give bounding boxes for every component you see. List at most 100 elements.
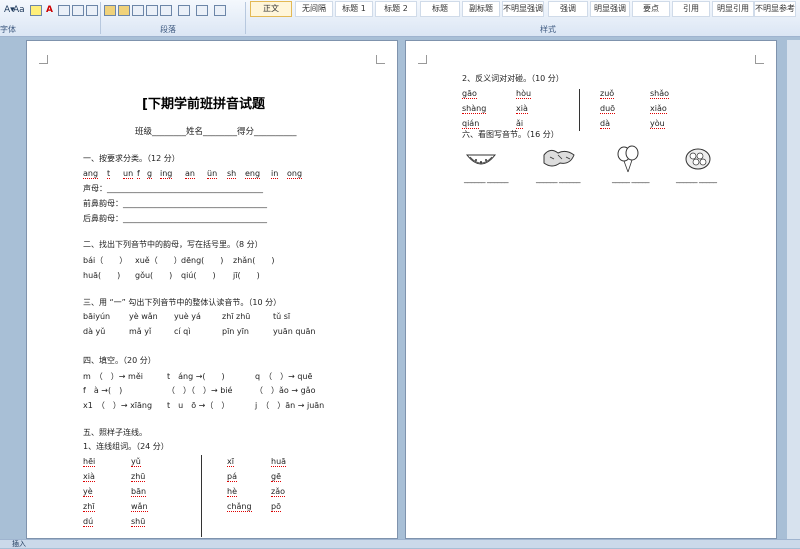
fill-item: j （ ）ān → juān <box>255 401 325 410</box>
section-3-heading: 三、用 “一” 勾出下列音节中的整体认读音节。（10 分） <box>83 298 282 307</box>
section-4-heading: 四、填空。（20 分） <box>83 356 156 365</box>
crop-mark <box>39 55 48 64</box>
vertical-scrollbar[interactable] <box>787 40 800 539</box>
antonym-left: ǎi <box>516 119 524 129</box>
syllable-pair: pīn yīn <box>222 327 249 336</box>
style-1[interactable]: 无间隔 <box>295 1 333 17</box>
antonym-right: zuǒ <box>600 89 615 99</box>
align-center-icon[interactable] <box>118 5 130 16</box>
antonym-left: xià <box>516 104 528 114</box>
syllable-pair: yuè yá <box>174 312 201 321</box>
group-paragraph-label: 段落 <box>160 25 176 34</box>
style-6[interactable]: 不明显强调 <box>502 1 544 17</box>
char-border-icon[interactable] <box>58 5 70 16</box>
syllable-pair: yuān quān <box>273 327 316 336</box>
antonym-left: qián <box>462 119 480 129</box>
style-10[interactable]: 引用 <box>672 1 710 17</box>
match-right-a: chǎng <box>227 502 252 512</box>
syllable-pair: cí qì <box>174 327 191 336</box>
match-right-b: pō <box>271 502 281 512</box>
ribbon: A▾ Aa A 字体 段落 样式 正文 无间隔 标题 1 标题 2 标题 副标题 不明显强调… <box>0 0 800 37</box>
answer-line: ______ _____ <box>676 174 717 183</box>
insert-mode-label[interactable]: 插入 <box>12 539 26 549</box>
style-7[interactable]: 强调 <box>548 1 588 17</box>
pinyin-item: in <box>271 169 279 179</box>
char-shading-icon[interactable] <box>72 5 84 16</box>
enclose-char-icon[interactable] <box>86 5 98 16</box>
match-mid: zhū <box>131 472 146 482</box>
justify-icon[interactable] <box>146 5 158 16</box>
balloons-icon <box>617 145 639 173</box>
antonym-left: gāo <box>462 89 477 99</box>
page-1: [下期学前班拼音试题 班级________姓名________得分_______… <box>26 40 398 539</box>
borders-icon[interactable] <box>214 5 226 16</box>
style-5[interactable]: 副标题 <box>462 1 500 17</box>
section-5-heading: 五、照样子连线。 <box>83 428 147 437</box>
fill-item: q （ ）→ quē <box>255 372 313 381</box>
match-right-b: gē <box>271 472 281 482</box>
fill-item: （ ）（ ）→ bié <box>167 386 233 395</box>
pinyin-item: ing <box>160 169 173 179</box>
crop-mark <box>376 55 385 64</box>
antonym-right: shǎo <box>650 89 670 99</box>
syllable-pair: bāiyún <box>83 312 111 321</box>
pinyin-item: ang <box>83 169 99 179</box>
peanut-icon <box>543 149 575 167</box>
grapes-icon <box>685 148 711 170</box>
style-2[interactable]: 标题 1 <box>335 1 373 17</box>
fill-item: x1 （ ）→ xīāng <box>83 401 153 410</box>
match-left: yè <box>83 487 93 497</box>
antonym-left: hòu <box>516 89 532 99</box>
group-font-label: 字体 <box>0 25 16 34</box>
pinyin-item: eng <box>245 169 261 179</box>
match-right-a: hè <box>227 487 237 497</box>
style-0[interactable]: 正文 <box>250 1 292 17</box>
style-11[interactable]: 明显引用 <box>712 1 754 17</box>
highlight-icon[interactable] <box>30 5 42 16</box>
align-left-icon[interactable] <box>104 5 116 16</box>
section-5-subheading: 1、连线组词。（24 分） <box>83 442 169 451</box>
antonym-left: shàng <box>462 104 487 114</box>
style-3[interactable]: 标题 2 <box>375 1 417 17</box>
answer-line: _____ _____ <box>612 174 650 183</box>
style-4[interactable]: 标题 <box>420 1 460 17</box>
fill-item: m （ ）→ měi <box>83 372 143 381</box>
match-right-b: zǎo <box>271 487 285 497</box>
style-9[interactable]: 要点 <box>632 1 670 17</box>
line-spacing-icon[interactable] <box>178 5 190 16</box>
distribute-icon[interactable] <box>160 5 172 16</box>
fill-item: （ ）ǎo → gǎo <box>255 386 316 395</box>
section-2-heading: 二、找出下列音节中的韵母，写在括号里。（8 分） <box>83 240 263 249</box>
pinyin-item: sh <box>227 169 237 179</box>
syllable-item: xuě（ ） <box>135 256 182 265</box>
match-right-a: xī <box>227 457 234 467</box>
font-color-icon[interactable]: A <box>46 3 53 18</box>
style-12[interactable]: 不明显参考 <box>754 1 796 17</box>
header-line: 班级________姓名________得分__________ <box>135 127 297 137</box>
pinyin-item: un <box>123 169 134 179</box>
syllable-pair: mǎ yǐ <box>129 327 152 336</box>
align-right-icon[interactable] <box>132 5 144 16</box>
fill-item: f à →( ) <box>83 386 123 395</box>
section-1-heading: 一、按要求分类。（12 分） <box>83 154 180 163</box>
section-1-line-front-nasal: 前鼻韵母：___________________________________… <box>83 199 267 208</box>
shading-icon[interactable] <box>196 5 208 16</box>
style-8[interactable]: 明显强调 <box>590 1 630 17</box>
syllable-item: jī( ) <box>233 271 260 280</box>
change-case-button[interactable]: Aa <box>13 3 25 18</box>
match-mid: bān <box>131 487 147 497</box>
picture-heading: 六、看图写音节。（16 分） <box>462 130 559 139</box>
syllable-item: qiú( ) <box>181 271 216 280</box>
antonym-right: duō <box>600 104 616 114</box>
watermelon-icon <box>465 154 497 165</box>
answer-line: ______ ______ <box>536 174 581 183</box>
pinyin-item: ong <box>287 169 303 179</box>
match-right-b: huā <box>271 457 287 467</box>
syllable-pair: zhī zhū <box>222 312 251 321</box>
syllable-item: bái（ ） <box>83 256 128 265</box>
page-2: 2、反义词对对碰。（10 分） 六、看图写音节。（16 分） ______ __… <box>405 40 777 539</box>
syllable-item: dēng( ) <box>181 256 224 265</box>
match-right-a: pá <box>227 472 237 482</box>
antonym-heading: 2、反义词对对碰。（10 分） <box>462 74 564 83</box>
match-mid: shū <box>131 517 146 527</box>
